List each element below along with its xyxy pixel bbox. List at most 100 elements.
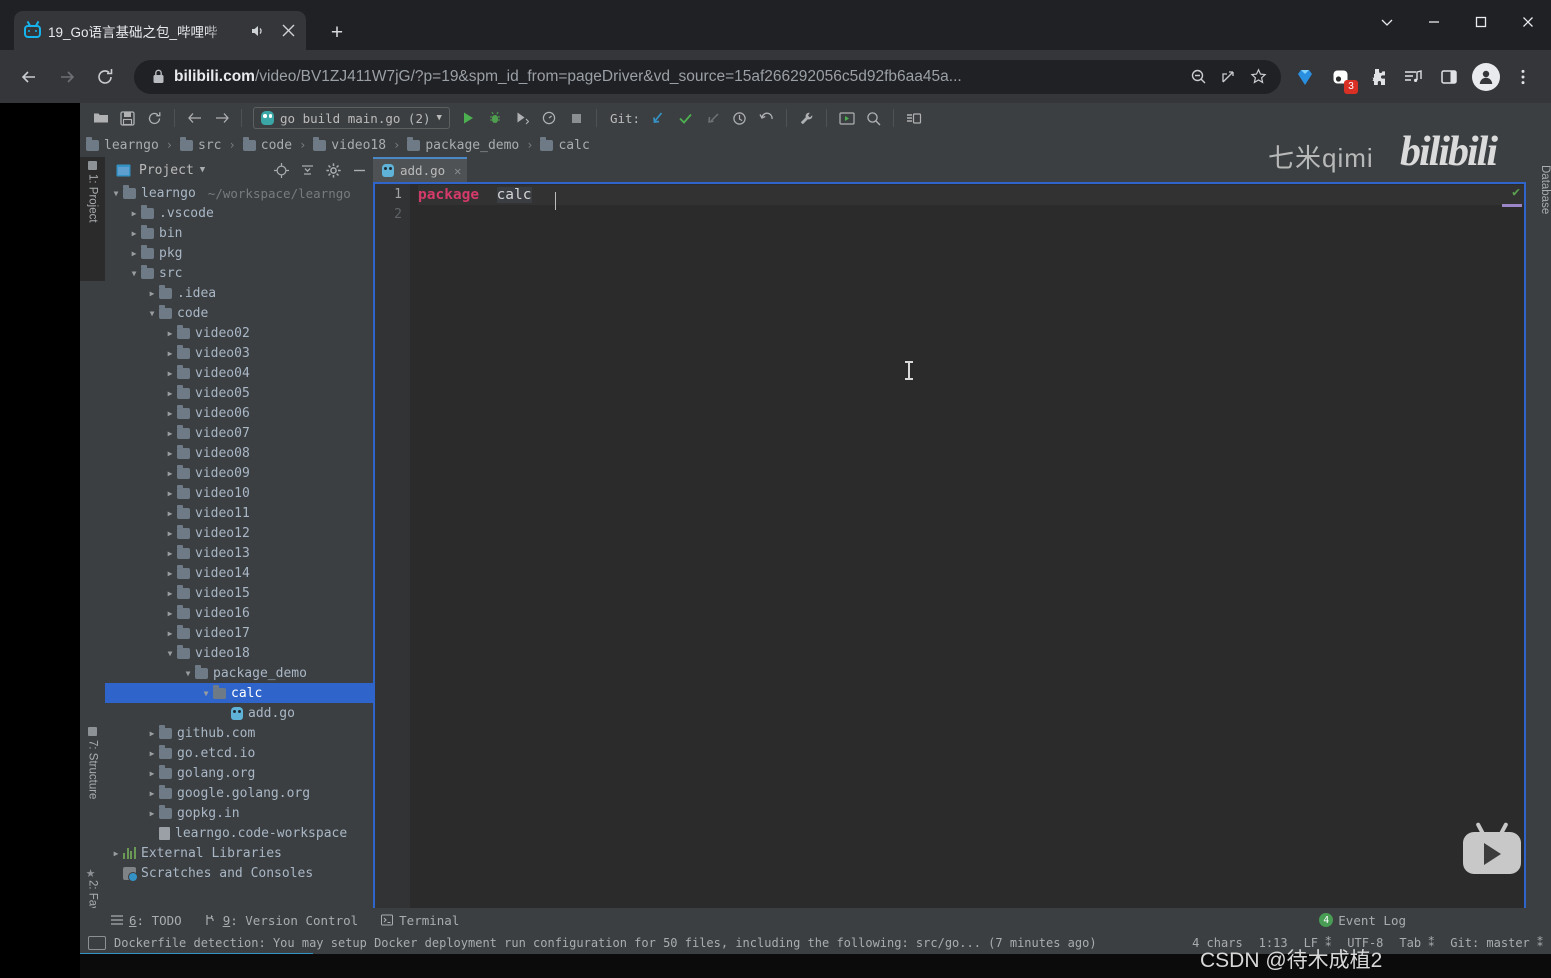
- chevron-down-icon[interactable]: ▼: [163, 649, 177, 658]
- editor-body[interactable]: 1 2 package calc ✔: [373, 182, 1526, 947]
- chevron-down-icon[interactable]: ▼: [109, 189, 123, 198]
- chevron-down-icon[interactable]: ▼: [200, 165, 205, 175]
- tree-row[interactable]: ▶ video13: [105, 543, 373, 563]
- chevron-right-icon[interactable]: ▶: [145, 789, 159, 798]
- editor-tab-add-go[interactable]: add.go ✕: [373, 157, 468, 182]
- breadcrumb-item[interactable]: learngo: [86, 136, 159, 153]
- breadcrumb-item[interactable]: code: [242, 136, 292, 153]
- inspection-status-icon[interactable]: ✔: [1512, 185, 1520, 200]
- tree-row[interactable]: ▶ .vscode: [105, 203, 373, 223]
- back-icon[interactable]: [10, 58, 48, 96]
- tree-row[interactable]: ▶ video05: [105, 383, 373, 403]
- reload-icon[interactable]: [86, 58, 124, 96]
- tree-row[interactable]: ▼ learngo ~/workspace/learngo: [105, 183, 373, 203]
- project-file-tree[interactable]: ▼ learngo ~/workspace/learngo ▶ .vscode ▶ bin ▶…: [105, 183, 373, 947]
- chevron-right-icon[interactable]: ▶: [163, 429, 177, 438]
- bottom-tab-terminal[interactable]: Terminal: [380, 913, 459, 928]
- layout-icon[interactable]: [834, 106, 859, 130]
- tree-row[interactable]: ▼ video18: [105, 643, 373, 663]
- tree-row[interactable]: ▶ google.golang.org: [105, 783, 373, 803]
- profile-avatar-icon[interactable]: [1472, 62, 1500, 91]
- tree-row[interactable]: ▶ gopkg.in: [105, 803, 373, 823]
- locate-icon[interactable]: [271, 160, 291, 180]
- chevron-right-icon[interactable]: ▶: [163, 349, 177, 358]
- chevron-right-icon[interactable]: ▶: [163, 329, 177, 338]
- tree-row[interactable]: ▶ video03: [105, 343, 373, 363]
- status-indent[interactable]: Tab ⁑: [1399, 936, 1434, 950]
- address-bar[interactable]: bilibili.com/video/BV1ZJ411W7jG/?p=19&sp…: [134, 59, 1281, 94]
- database-sync-icon[interactable]: [901, 106, 926, 130]
- save-icon[interactable]: [115, 106, 140, 130]
- tree-row[interactable]: Scratches and Consoles: [105, 863, 373, 883]
- close-icon[interactable]: [276, 19, 300, 43]
- breadcrumb-item[interactable]: src: [180, 136, 222, 153]
- chevron-right-icon[interactable]: ▶: [163, 369, 177, 378]
- chevron-right-icon[interactable]: ▶: [163, 589, 177, 598]
- diamond-extension-icon[interactable]: [1287, 58, 1323, 96]
- window-more-icon[interactable]: [1363, 0, 1410, 44]
- close-icon[interactable]: ✕: [454, 164, 461, 178]
- breadcrumb-item[interactable]: video18: [313, 136, 386, 153]
- forward-icon[interactable]: [48, 58, 86, 96]
- playlist-icon[interactable]: [1395, 58, 1431, 96]
- collapse-all-icon[interactable]: [297, 160, 317, 180]
- chevron-right-icon[interactable]: ▶: [145, 289, 159, 298]
- tree-row[interactable]: ▶ video04: [105, 363, 373, 383]
- tree-row[interactable]: ▶ golang.org: [105, 763, 373, 783]
- window-close-icon[interactable]: [1504, 0, 1551, 44]
- browser-tab[interactable]: 19_Go语言基础之包_哔哩哔: [14, 11, 306, 50]
- tree-row[interactable]: ▶ bin: [105, 223, 373, 243]
- new-tab-button[interactable]: +: [322, 18, 352, 46]
- speaker-icon[interactable]: [245, 19, 269, 43]
- chevron-right-icon[interactable]: ▶: [145, 809, 159, 818]
- run-configuration-selector[interactable]: go build main.go (2) ▼: [253, 107, 450, 129]
- puzzle-extensions-icon[interactable]: [1359, 58, 1395, 96]
- run-icon[interactable]: [456, 106, 481, 130]
- event-log-button[interactable]: 4 Event Log: [1319, 908, 1406, 932]
- tree-row[interactable]: ▶ video06: [105, 403, 373, 423]
- tree-row[interactable]: ▶ External Libraries: [105, 843, 373, 863]
- profiler-icon[interactable]: [537, 106, 562, 130]
- tree-row[interactable]: learngo.code-workspace: [105, 823, 373, 843]
- git-commit-icon[interactable]: [673, 106, 698, 130]
- git-history-icon[interactable]: [727, 106, 752, 130]
- run-with-coverage-icon[interactable]: [510, 106, 535, 130]
- chevron-right-icon[interactable]: ▶: [127, 249, 141, 258]
- chevron-right-icon[interactable]: ▶: [163, 609, 177, 618]
- chevron-right-icon[interactable]: ▶: [145, 729, 159, 738]
- bottom-tab-version-control[interactable]: 9: Version Control: [204, 913, 358, 928]
- chevron-right-icon[interactable]: ▶: [163, 529, 177, 538]
- chevron-right-icon[interactable]: ▶: [127, 229, 141, 238]
- chevron-right-icon[interactable]: ▶: [163, 389, 177, 398]
- tree-row[interactable]: add.go: [105, 703, 373, 723]
- tree-row[interactable]: ▶ video02: [105, 323, 373, 343]
- side-panel-icon[interactable]: [1431, 58, 1467, 96]
- chevron-down-icon[interactable]: ▼: [199, 689, 213, 698]
- git-push-icon[interactable]: [700, 106, 725, 130]
- git-update-icon[interactable]: [646, 106, 671, 130]
- tree-row[interactable]: ▶ video15: [105, 583, 373, 603]
- search-everywhere-icon[interactable]: [861, 106, 886, 130]
- chevron-right-icon[interactable]: ▶: [163, 569, 177, 578]
- chevron-right-icon[interactable]: ▶: [163, 409, 177, 418]
- share-icon[interactable]: [1213, 68, 1243, 85]
- open-folder-icon[interactable]: [88, 106, 113, 130]
- window-maximize-icon[interactable]: [1457, 0, 1504, 44]
- screenshot-extension-icon[interactable]: 3: [1323, 58, 1359, 96]
- sidebar-item-project[interactable]: 1: Project: [80, 157, 105, 281]
- tree-row[interactable]: ▶ video14: [105, 563, 373, 583]
- three-dot-menu-icon[interactable]: [1505, 58, 1541, 96]
- tree-row[interactable]: ▶ go.etcd.io: [105, 743, 373, 763]
- chevron-right-icon[interactable]: ▶: [109, 849, 123, 858]
- chevron-right-icon[interactable]: ▶: [145, 749, 159, 758]
- chevron-right-icon[interactable]: ▶: [163, 509, 177, 518]
- tree-row[interactable]: ▶ video16: [105, 603, 373, 623]
- tree-row[interactable]: ▶ .idea: [105, 283, 373, 303]
- sidebar-item-structure[interactable]: 7: Structure: [80, 723, 105, 863]
- chevron-down-icon[interactable]: ▼: [437, 113, 442, 123]
- chevron-down-icon[interactable]: ▼: [181, 669, 195, 678]
- chevron-right-icon[interactable]: ▶: [163, 449, 177, 458]
- tree-row[interactable]: ▶ video08: [105, 443, 373, 463]
- star-icon[interactable]: [1243, 68, 1273, 85]
- chevron-down-icon[interactable]: ▼: [145, 309, 159, 318]
